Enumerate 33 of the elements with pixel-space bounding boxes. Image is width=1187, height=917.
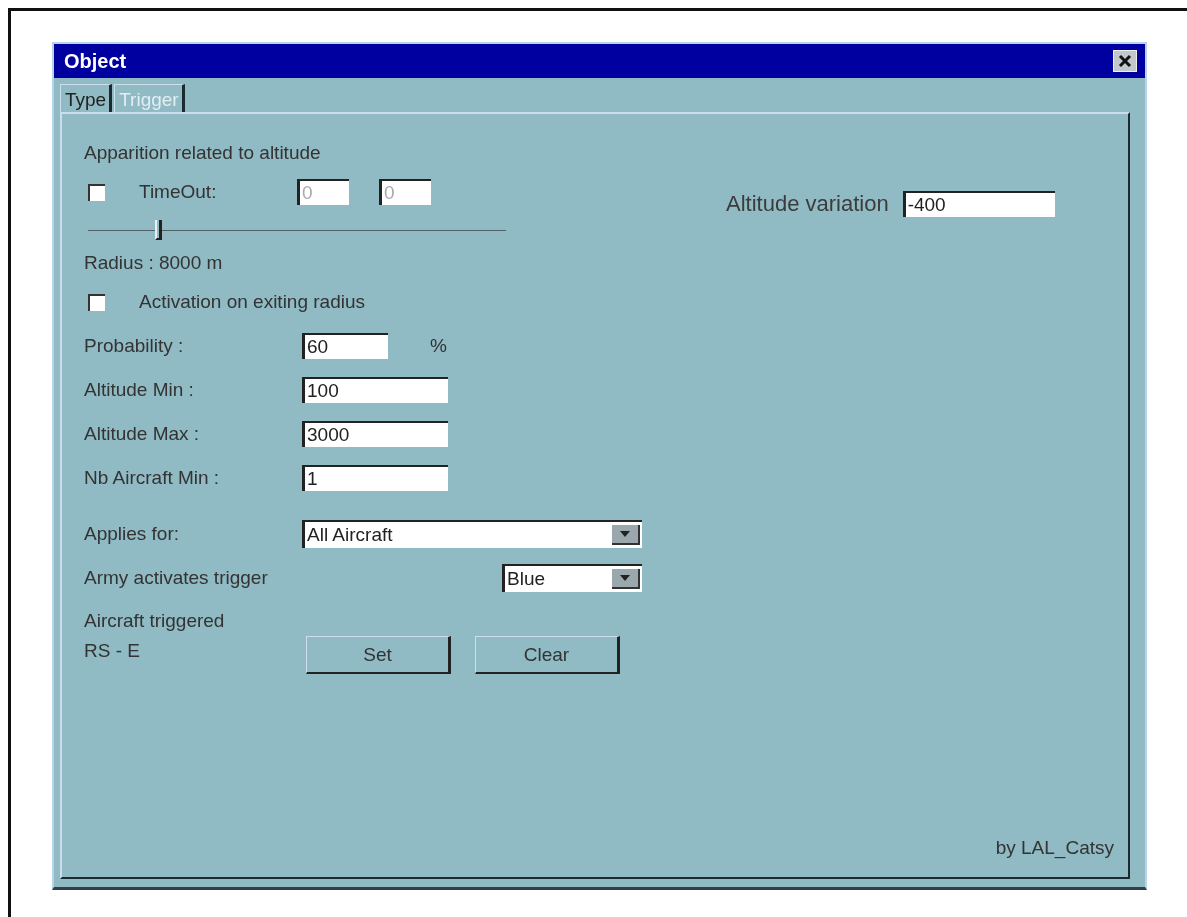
field-label: Altitude Min : (84, 379, 195, 401)
input-field[interactable]: 100 (302, 377, 448, 403)
field-label: Nb Aircraft Min : (84, 467, 221, 489)
dropdown-value: All Aircraft (306, 524, 393, 546)
field-label: Altitude Max : (84, 423, 201, 445)
field-label: Applies for: (84, 523, 181, 545)
window-title: Object (64, 49, 127, 73)
radius-label: Radius : 8000 m (84, 252, 224, 274)
dropdown-value: Blue (506, 568, 546, 590)
input-field[interactable]: -400 (902, 191, 1055, 217)
field-label: Army activates trigger (84, 567, 269, 589)
aircraft-triggered-label: Aircraft triggered (84, 610, 226, 632)
credit-text: by LAL_Catsy (995, 837, 1114, 859)
radius-slider[interactable] (88, 218, 506, 242)
checkbox[interactable] (88, 293, 105, 311)
field-label: Altitude variation (726, 191, 889, 217)
input-field[interactable]: 3000 (302, 421, 448, 447)
action-button[interactable]: Clear (475, 636, 620, 674)
input-field[interactable]: 1 (302, 465, 448, 491)
field-label: Probability : (84, 335, 185, 357)
checkbox-label: Activation on exiting radius (139, 291, 365, 313)
action-button[interactable]: Set (306, 636, 451, 674)
dropdown[interactable]: All Aircraft (302, 520, 642, 548)
tab[interactable]: Type (60, 84, 113, 112)
close-icon (1118, 54, 1132, 68)
close-button[interactable] (1113, 50, 1137, 72)
timeout-label: TimeOut: (139, 181, 218, 203)
input-field[interactable]: 60 (302, 333, 388, 359)
aircraft-value: RS - E (84, 640, 141, 662)
slider-thumb[interactable] (154, 220, 162, 240)
section-heading: Apparition related to altitude (84, 142, 322, 164)
dropdown[interactable]: Blue (502, 564, 642, 592)
unit-label: % (430, 335, 447, 357)
